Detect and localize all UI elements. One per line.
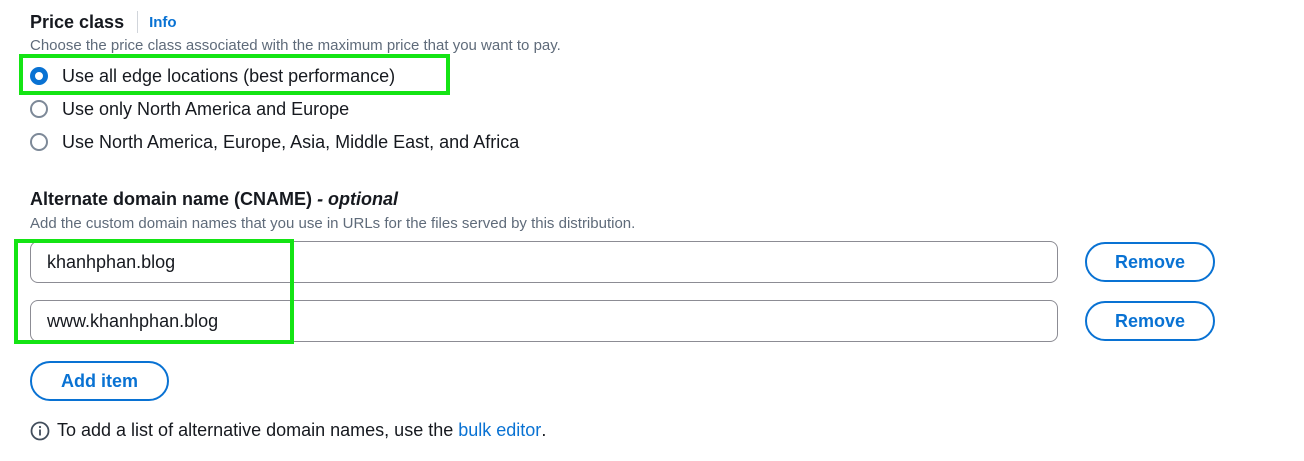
price-class-description: Choose the price class associated with t… xyxy=(30,37,561,54)
cname-label: Alternate domain name (CNAME) - optional xyxy=(30,189,398,210)
radio-option-north-america-europe[interactable]: Use only North America and Europe xyxy=(30,96,349,122)
radio-label: Use only North America and Europe xyxy=(62,98,350,119)
bulk-editor-link[interactable]: bulk editor xyxy=(458,420,541,441)
highlight-box-price-option xyxy=(19,54,450,95)
radio-unselected-icon[interactable] xyxy=(30,133,48,151)
label-divider xyxy=(137,11,139,33)
remove-button[interactable]: Remove xyxy=(1085,242,1215,282)
bulk-editor-hint: To add a list of alternative domain name… xyxy=(30,420,546,441)
radio-option-na-eu-asia-me-africa[interactable]: Use North America, Europe, Asia, Middle … xyxy=(30,129,519,155)
remove-button[interactable]: Remove xyxy=(1085,301,1215,341)
info-link[interactable]: Info xyxy=(149,14,177,31)
cname-label-text: Alternate domain name (CNAME) xyxy=(30,189,313,209)
hint-text: To add a list of alternative domain name… xyxy=(57,420,454,440)
info-circle-icon xyxy=(30,421,50,440)
radio-label: Use North America, Europe, Asia, Middle … xyxy=(62,131,520,152)
add-item-button[interactable]: Add item xyxy=(30,361,169,401)
hint-suffix: . xyxy=(541,420,547,440)
cname-description: Add the custom domain names that you use… xyxy=(30,215,636,232)
highlight-box-cname-inputs xyxy=(14,239,294,344)
optional-label: - optional xyxy=(317,189,399,209)
price-class-label: Price class xyxy=(30,11,125,32)
radio-unselected-icon[interactable] xyxy=(30,100,48,118)
price-class-header: Price class Info xyxy=(30,10,177,34)
